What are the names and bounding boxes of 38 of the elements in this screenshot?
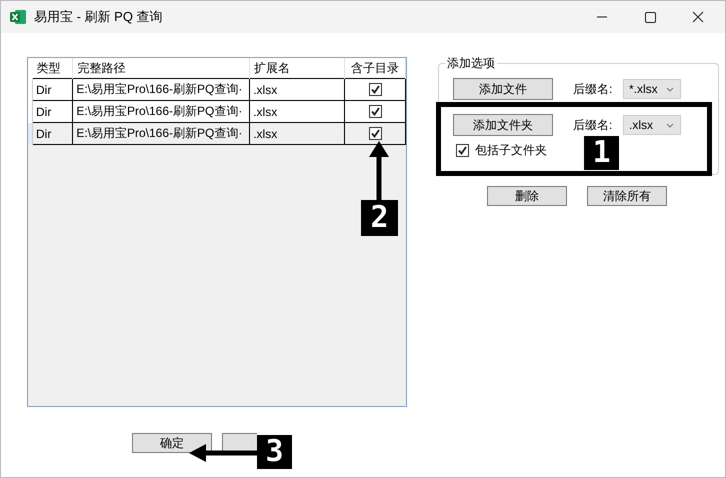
- caret-icon: [666, 122, 674, 128]
- window-title: 易用宝 - 刷新 PQ 查询: [34, 8, 164, 26]
- table-cell: E:\易用宝Pro\166-刷新PQ查询·: [72, 78, 250, 100]
- group-title: 添加选项: [445, 55, 497, 72]
- annotation-badge: 3: [257, 435, 292, 469]
- annotation-badge: 1: [584, 136, 619, 170]
- suffix-label: 后缀名:: [573, 80, 614, 98]
- excel-icon: [10, 9, 26, 25]
- table-cell: Dir: [32, 78, 73, 100]
- ok-button[interactable]: 确定: [132, 433, 212, 453]
- dropdown-value: *.xlsx: [629, 82, 658, 96]
- add-button[interactable]: 添加文件夹: [453, 114, 553, 136]
- checkbox[interactable]: [368, 83, 382, 96]
- add-button[interactable]: 添加文件: [453, 78, 553, 100]
- column-header[interactable]: 类型: [32, 58, 73, 78]
- suffix-dropdown[interactable]: .xlsx: [623, 115, 681, 135]
- suffix-dropdown[interactable]: *.xlsx: [623, 79, 681, 99]
- checkbox-label: 包括子文件夹: [475, 142, 547, 159]
- checkbox[interactable]: [456, 144, 469, 157]
- table-cell: E:\易用宝Pro\166-刷新PQ查询·: [72, 100, 250, 122]
- action-button[interactable]: 清除所有: [587, 186, 667, 206]
- table-cell: Dir: [32, 100, 73, 122]
- suffix-label: 后缀名:: [573, 116, 614, 134]
- checkbox[interactable]: [368, 127, 382, 140]
- checkbox[interactable]: [368, 105, 382, 118]
- column-header[interactable]: 扩展名: [250, 58, 345, 78]
- table-cell: Dir: [32, 122, 73, 144]
- dropdown-value: .xlsx: [629, 118, 653, 132]
- caret-icon: [666, 86, 674, 92]
- annotation-badge: 2: [361, 200, 398, 236]
- action-button[interactable]: 删除: [487, 186, 567, 206]
- table-cell: E:\易用宝Pro\166-刷新PQ查询·: [72, 122, 250, 144]
- table-cell: .xlsx: [250, 122, 345, 144]
- column-header[interactable]: 完整路径: [72, 58, 250, 78]
- table-cell: .xlsx: [250, 100, 345, 122]
- column-header[interactable]: 含子目录: [344, 58, 406, 78]
- cancel-button[interactable]: [222, 433, 257, 453]
- table-cell: .xlsx: [250, 78, 345, 100]
